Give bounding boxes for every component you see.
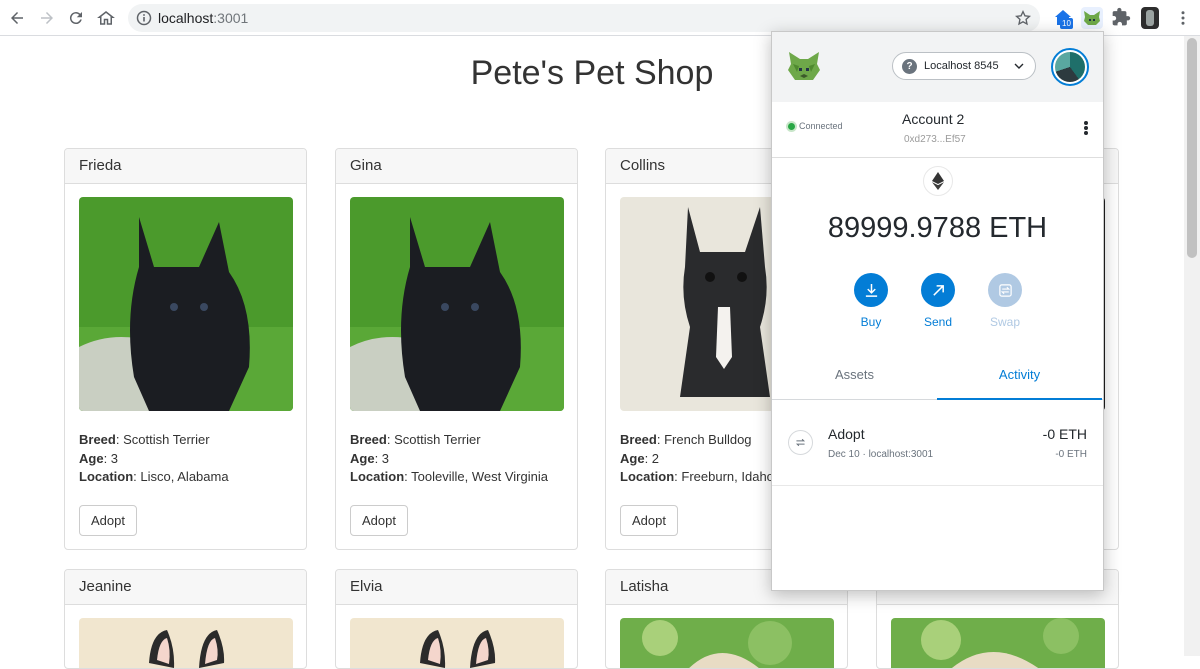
pet-photo [350, 618, 564, 668]
pet-breed: French Bulldog [664, 432, 752, 447]
page-scrollbar[interactable] [1184, 36, 1200, 656]
connected-dot-icon [788, 123, 795, 130]
pet-photo [620, 618, 834, 668]
url-port: :3001 [213, 10, 249, 26]
pet-name: Jeanine [65, 570, 306, 605]
account-options-button[interactable] [1083, 120, 1089, 138]
address-bar[interactable]: localhost:3001 [128, 4, 1040, 32]
arrow-right-icon [41, 12, 53, 24]
home-icon [97, 11, 115, 25]
swap-icon [998, 283, 1012, 297]
network-label: Localhost 8545 [924, 60, 999, 72]
transaction-amount-secondary: -0 ETH [1055, 449, 1087, 460]
extension-button[interactable]: 10 [1052, 7, 1074, 29]
breed-label: Breed [620, 432, 657, 447]
url-host: localhost [158, 10, 214, 26]
pet-info: Breed: Scottish Terrier Age: 3 Location:… [350, 432, 548, 484]
pet-info: Breed: Scottish Terrier Age: 3 Location:… [79, 432, 229, 484]
pet-photo [891, 618, 1105, 668]
adopt-button[interactable]: Adopt [620, 505, 678, 536]
breed-label: Breed [350, 432, 387, 447]
breed-label: Breed [79, 432, 116, 447]
pet-photo [350, 197, 564, 411]
transaction-item[interactable]: Adopt Dec 10 · localhost:3001 -0 ETH -0 … [772, 410, 1103, 486]
extensions-menu-button[interactable] [1111, 7, 1133, 29]
tab-activity[interactable]: Activity [937, 358, 1102, 400]
extension-badge: 10 [1060, 18, 1073, 29]
reload-icon [69, 12, 82, 25]
location-label: Location [79, 469, 134, 484]
pet-name: Gina [336, 149, 577, 184]
pet-breed: Scottish Terrier [123, 432, 210, 447]
kebab-menu-icon [1181, 11, 1185, 25]
metamask-popup: ? Localhost 8545 Connected Account 2 0xd… [771, 31, 1104, 591]
arrow-up-right-icon [932, 284, 944, 296]
pet-photo [79, 197, 293, 411]
pet-photo [79, 618, 293, 668]
chevron-down-icon [1014, 63, 1024, 69]
connected-status[interactable]: Connected [788, 121, 843, 131]
adopt-button[interactable]: Adopt [79, 505, 137, 536]
pet-name: Elvia [336, 570, 577, 605]
url-text: localhost:3001 [158, 10, 248, 26]
tab-assets[interactable]: Assets [772, 358, 937, 400]
forward-button[interactable] [35, 6, 59, 30]
metamask-header: ? Localhost 8545 [772, 32, 1103, 102]
pet-location: Freeburn, Idaho [681, 469, 774, 484]
pet-card: Jeanine [64, 569, 307, 669]
pet-breed: Scottish Terrier [394, 432, 481, 447]
transaction-title: Adopt [828, 426, 865, 442]
ethereum-icon [923, 166, 953, 196]
info-icon[interactable] [136, 10, 152, 26]
pet-card: Gina Breed: Scottish Terrier Age: 3 Loca… [335, 148, 578, 550]
metamask-fox-icon [788, 52, 820, 80]
age-label: Age [79, 450, 104, 466]
browser-menu-button[interactable] [1171, 6, 1195, 30]
metamask-fox-icon [1084, 11, 1100, 25]
network-question-icon: ? [902, 59, 917, 74]
pet-location: Tooleville, West Virginia [411, 469, 548, 484]
puzzle-icon [1112, 7, 1131, 26]
network-selector[interactable]: ? Localhost 8545 [892, 52, 1036, 80]
swap-button[interactable]: Swap [975, 273, 1035, 329]
account-bar: Connected Account 2 0xd273...Ef57 [772, 102, 1103, 158]
location-label: Location [620, 469, 675, 484]
pet-info: Breed: French Bulldog Age: 2 Location: F… [620, 432, 774, 484]
pet-age: 3 [381, 450, 390, 466]
reload-button[interactable] [64, 6, 88, 30]
pet-name: Frieda [65, 149, 306, 184]
location-label: Location [350, 469, 405, 484]
age-label: Age [350, 450, 375, 466]
adopt-button[interactable]: Adopt [350, 505, 408, 536]
pet-age: 3 [110, 450, 119, 466]
wallet-tabs: Assets Activity [772, 358, 1103, 400]
swap-label: Swap [989, 315, 1021, 329]
home-button[interactable] [94, 6, 118, 30]
pet-card: Frieda Breed: Scottish Terrier Age: 3 Lo… [64, 148, 307, 550]
arrow-left-icon [11, 12, 23, 24]
age-label: Age [620, 450, 645, 466]
pet-location: Lisco, Alabama [140, 469, 229, 484]
metamask-extension-button[interactable] [1081, 7, 1103, 29]
send-button[interactable]: Send [908, 273, 968, 329]
buy-button[interactable]: Buy [841, 273, 901, 329]
pet-card: Elvia [335, 569, 578, 669]
balance: 89999.9788 ETH [827, 212, 1048, 244]
transaction-amount: -0 ETH [1042, 426, 1087, 442]
account-avatar[interactable] [1051, 48, 1089, 86]
back-button[interactable] [5, 6, 29, 30]
account-address[interactable]: 0xd273...Ef57 [904, 134, 966, 145]
transaction-subtitle: Dec 10 · localhost:3001 [828, 449, 934, 460]
download-icon [865, 283, 877, 297]
account-name[interactable]: Account 2 [902, 111, 964, 127]
contract-interaction-icon [788, 430, 813, 455]
profile-button[interactable] [1141, 7, 1159, 29]
bookmark-star-icon[interactable] [1014, 9, 1032, 27]
send-label: Send [923, 315, 953, 329]
buy-label: Buy [860, 315, 882, 329]
connected-label: Connected [799, 121, 843, 131]
scrollbar-thumb[interactable] [1187, 38, 1197, 258]
pet-age: 2 [651, 450, 660, 466]
profile-avatar-icon [1146, 10, 1154, 26]
